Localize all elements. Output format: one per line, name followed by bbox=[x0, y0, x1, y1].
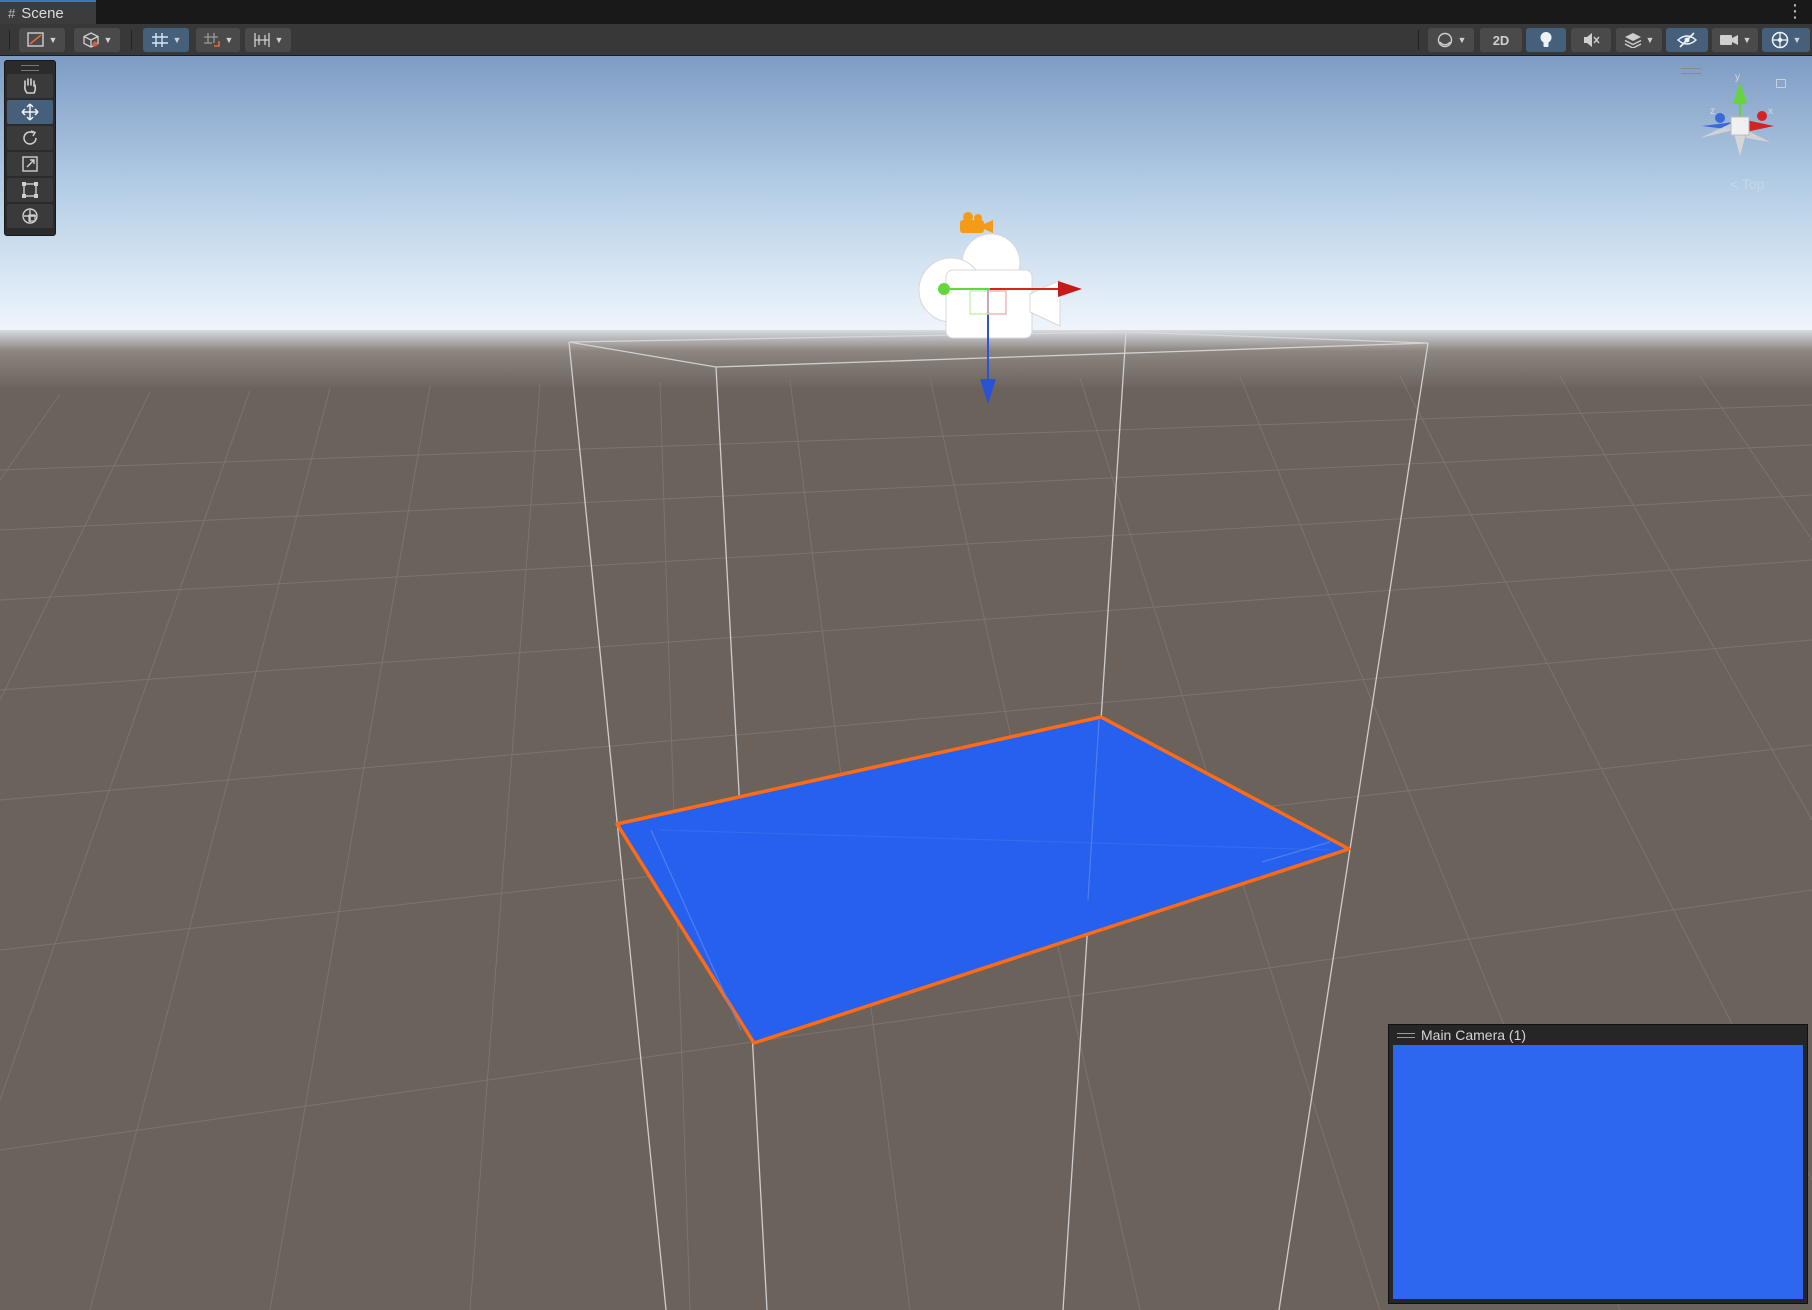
camera-preview-title: Main Camera (1) bbox=[1421, 1027, 1527, 1043]
camera-preview-header[interactable]: Main Camera (1) bbox=[1389, 1025, 1807, 1045]
render-mode-button[interactable]: ▼ bbox=[1428, 28, 1474, 52]
audio-toggle-button[interactable] bbox=[1571, 28, 1611, 52]
tool-palette-grip[interactable] bbox=[21, 65, 39, 71]
gizmo-label-y: y bbox=[1735, 72, 1740, 83]
hidden-objects-toggle-button[interactable] bbox=[1666, 28, 1708, 52]
tab-scene-label: Scene bbox=[21, 4, 64, 22]
shading-icon bbox=[26, 32, 44, 47]
increment-snap-button[interactable]: ▼ bbox=[196, 28, 240, 52]
axis-y-dot[interactable] bbox=[938, 283, 950, 295]
eye-slash-icon bbox=[1677, 32, 1697, 48]
camera-preview-image bbox=[1393, 1045, 1803, 1299]
orientation-gizmo-grip[interactable] bbox=[1681, 68, 1701, 74]
tab-scene[interactable]: # Scene bbox=[0, 0, 96, 24]
chevron-down-icon: ▼ bbox=[224, 35, 234, 45]
projection-label[interactable]: < Top bbox=[1730, 176, 1764, 192]
speaker-muted-icon bbox=[1584, 33, 1600, 47]
scale-icon bbox=[22, 156, 38, 172]
toolbar-grip-right bbox=[1418, 30, 1419, 50]
scene-viewport[interactable]: y z x < Top Main Camera (1) bbox=[0, 56, 1812, 1310]
move-icon bbox=[21, 103, 39, 121]
gizmo-tools-button[interactable]: ▼ bbox=[74, 28, 120, 52]
tab-bar: # Scene ⋮ bbox=[0, 0, 1812, 25]
rotate-icon bbox=[23, 130, 37, 145]
scene-toolbar: ▼ ▼ ▼ ▼ ▼ ▼ 2D ▼ ▼ ▼ bbox=[0, 24, 1812, 56]
align-icon bbox=[253, 33, 270, 47]
toolbar-grip bbox=[9, 30, 10, 50]
increment-snap-icon bbox=[203, 33, 220, 47]
kebab-icon[interactable]: ⋮ bbox=[1786, 1, 1804, 21]
grid-snap-button[interactable]: ▼ bbox=[143, 28, 189, 52]
scene-window: # Scene ⋮ ▼ ▼ ▼ ▼ ▼ ▼ 2D ▼ ▼ ▼ y z x < T… bbox=[0, 0, 1812, 1310]
chevron-down-icon: ▼ bbox=[48, 35, 58, 45]
chevron-down-icon: ▼ bbox=[172, 35, 182, 45]
chevron-down-icon: ▼ bbox=[1742, 35, 1752, 45]
grid-icon: # bbox=[8, 5, 16, 21]
chevron-down-icon: ▼ bbox=[1645, 35, 1655, 45]
gizmo-globe-icon bbox=[1771, 31, 1788, 49]
camera-icon bbox=[1719, 35, 1738, 45]
camera-preview[interactable]: Main Camera (1) bbox=[1388, 1024, 1808, 1304]
layers-icon bbox=[1624, 33, 1641, 48]
rotate-tool[interactable] bbox=[7, 126, 53, 150]
rect-tool[interactable] bbox=[7, 178, 53, 202]
tool-palette bbox=[4, 60, 56, 236]
camera-settings-button[interactable]: ▼ bbox=[1712, 28, 1758, 52]
drag-handle-icon[interactable] bbox=[1397, 1032, 1415, 1038]
bulb-icon bbox=[1540, 32, 1552, 47]
scale-tool[interactable] bbox=[7, 152, 53, 176]
grid-snap-icon bbox=[151, 33, 168, 47]
chevron-down-icon: ▼ bbox=[1457, 35, 1467, 45]
chevron-down-icon: ▼ bbox=[1792, 35, 1802, 45]
cube-icon bbox=[82, 32, 99, 48]
transform-icon bbox=[22, 208, 38, 224]
2d-toggle-button[interactable]: 2D bbox=[1480, 28, 1522, 52]
hand-tool[interactable] bbox=[7, 74, 53, 98]
sphere-icon bbox=[1437, 32, 1452, 48]
effects-button[interactable]: ▼ bbox=[1616, 28, 1662, 52]
2d-label: 2D bbox=[1492, 32, 1510, 48]
chevron-down-icon: ▼ bbox=[274, 35, 284, 45]
lock-icon[interactable] bbox=[1776, 79, 1786, 88]
draw-mode-button[interactable]: ▼ bbox=[19, 28, 65, 52]
rect-icon bbox=[22, 182, 38, 198]
gizmos-button[interactable]: ▼ bbox=[1762, 28, 1810, 52]
gizmo-label-z: z bbox=[1710, 106, 1715, 117]
align-button[interactable]: ▼ bbox=[245, 28, 291, 52]
lighting-toggle-button[interactable] bbox=[1526, 28, 1566, 52]
chevron-down-icon: ▼ bbox=[103, 35, 113, 45]
transform-tool[interactable] bbox=[7, 204, 53, 228]
hand-icon bbox=[23, 78, 37, 94]
sky bbox=[0, 56, 1812, 346]
toolbar-separator bbox=[131, 30, 132, 50]
move-tool[interactable] bbox=[7, 100, 53, 124]
gizmo-label-x: x bbox=[1768, 106, 1773, 117]
